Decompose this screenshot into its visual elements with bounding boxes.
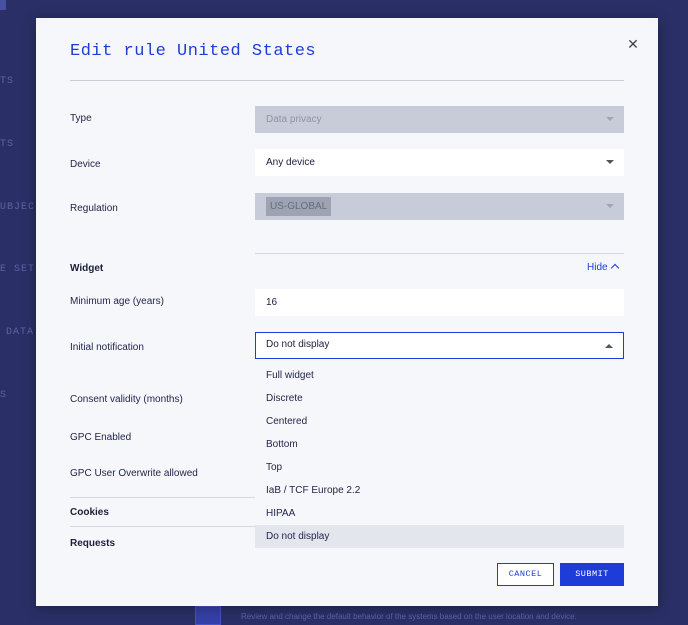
background-nav-item: UBJEC xyxy=(0,202,36,213)
background-nav-item: DATA xyxy=(6,327,35,338)
chevron-up-icon xyxy=(605,344,613,348)
widget-section-title: Widget xyxy=(70,263,104,274)
regulation-value: US-GLOBAL xyxy=(266,197,332,216)
gpc-enabled-label: GPC Enabled xyxy=(70,432,132,443)
chevron-down-icon xyxy=(606,204,614,208)
background-description: Review and change the default behavior o… xyxy=(241,612,577,621)
gpc-overwrite-label: GPC User Overwrite allowed xyxy=(70,468,198,479)
section-divider xyxy=(70,526,255,527)
background-nav-item: TS xyxy=(0,139,15,150)
min-age-label: Minimum age (years) xyxy=(70,296,164,307)
chevron-down-icon xyxy=(606,160,614,164)
initial-notification-label: Initial notification xyxy=(70,342,144,353)
background-sidebar: TS TS UBJEC E SET DATA S xyxy=(0,0,36,625)
title-divider xyxy=(70,80,624,81)
initial-notification-dropdown: Full widget Discrete Centered Bottom Top… xyxy=(255,364,624,548)
dropdown-option-bottom[interactable]: Bottom xyxy=(255,433,624,456)
min-age-value: 16 xyxy=(266,297,278,308)
type-select: Data privacy xyxy=(255,106,624,133)
dropdown-option-top[interactable]: Top xyxy=(255,456,624,479)
initial-notification-select[interactable]: Do not display xyxy=(255,332,624,359)
requests-section-title[interactable]: Requests xyxy=(70,538,115,549)
globe-icon xyxy=(195,606,221,625)
background-settings-row: Review and change the default behavior o… xyxy=(195,606,688,625)
regulation-label: Regulation xyxy=(70,203,118,214)
dropdown-option-hipaa[interactable]: HIPAA xyxy=(255,502,624,525)
chevron-up-icon xyxy=(610,263,619,273)
dropdown-option-iab-tcf[interactable]: IaB / TCF Europe 2.2 xyxy=(255,479,624,502)
type-label: Type xyxy=(70,113,92,124)
modal-title: Edit rule United States xyxy=(70,42,317,61)
section-divider xyxy=(70,497,255,498)
initial-notification-value: Do not display xyxy=(266,339,330,350)
chevron-down-icon xyxy=(606,117,614,121)
regulation-select: US-GLOBAL xyxy=(255,193,624,220)
section-divider xyxy=(255,253,624,254)
cookies-section-title[interactable]: Cookies xyxy=(70,507,109,518)
dropdown-option-centered[interactable]: Centered xyxy=(255,410,624,433)
dropdown-option-do-not-display[interactable]: Do not display xyxy=(255,525,624,548)
background-nav-item: E SET xyxy=(0,264,36,275)
dropdown-option-full-widget[interactable]: Full widget xyxy=(255,364,624,387)
dropdown-option-discrete[interactable]: Discrete xyxy=(255,387,624,410)
device-select[interactable]: Any device xyxy=(255,149,624,176)
close-icon[interactable]: ✕ xyxy=(623,34,643,54)
submit-button[interactable]: SUBMIT xyxy=(560,563,624,586)
consent-validity-label: Consent validity (months) xyxy=(70,394,183,405)
edit-rule-modal: Edit rule United States ✕ Type Data priv… xyxy=(36,18,658,606)
device-value: Any device xyxy=(266,157,315,168)
device-label: Device xyxy=(70,159,101,170)
background-nav-item: TS xyxy=(0,76,15,87)
type-value: Data privacy xyxy=(266,114,322,125)
background-nav-item: S xyxy=(0,390,8,401)
hide-toggle-label: Hide xyxy=(587,262,608,273)
min-age-input[interactable]: 16 xyxy=(255,289,624,316)
cancel-button[interactable]: CANCEL xyxy=(497,563,554,586)
hide-widget-toggle[interactable]: Hide xyxy=(587,262,619,273)
